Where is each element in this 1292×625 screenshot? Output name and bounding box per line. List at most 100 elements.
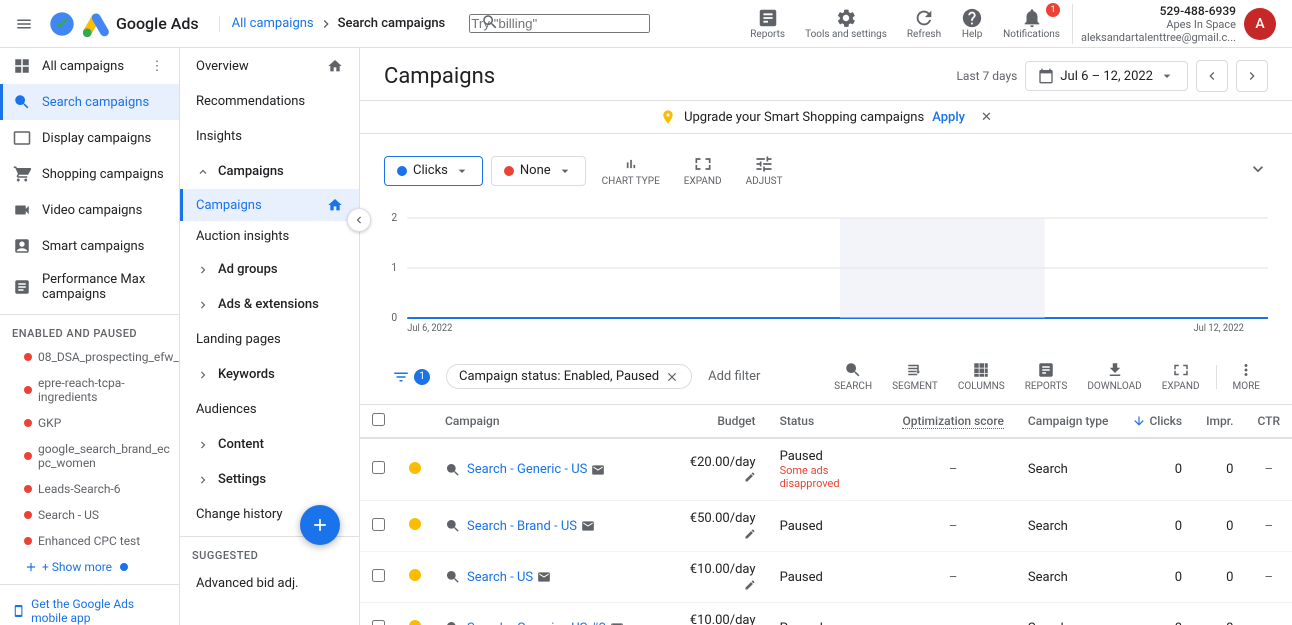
more-label: MORE	[1233, 381, 1260, 392]
notifications-button[interactable]: 1 Notifications	[995, 3, 1068, 44]
sidebar-item-shopping-campaigns[interactable]: Shopping campaigns	[0, 156, 179, 192]
impr-cell: 0	[1194, 603, 1245, 625]
expand-table-button[interactable]: EXPAND	[1154, 357, 1208, 396]
adjust-chart-button[interactable]: ADJUST	[738, 150, 791, 191]
campaign-name[interactable]: Search - US	[467, 570, 533, 585]
edit-icon[interactable]	[744, 579, 756, 591]
sidebar-item-video-campaigns[interactable]: Video campaigns	[0, 192, 179, 228]
hamburger-button[interactable]	[8, 8, 40, 40]
filter-chip[interactable]: Campaign status: Enabled, Paused	[446, 364, 692, 389]
row-checkbox-cell[interactable]	[360, 552, 397, 603]
settings-header[interactable]: Settings	[180, 462, 359, 497]
account-info[interactable]: 529-488-6939 Apes In Space aleksandartal…	[1072, 4, 1284, 44]
campaign-item-4[interactable]: google_search_brand_ec pc_women	[0, 436, 179, 476]
campaign-name[interactable]: Search - Generic - US #2	[467, 621, 606, 625]
sidebar-item-smart-campaigns[interactable]: Smart campaigns	[0, 228, 179, 264]
budget-header[interactable]: Budget	[665, 405, 768, 438]
tools-settings-button[interactable]: Tools and settings	[797, 3, 895, 44]
chart-type-button[interactable]: CHART TYPE	[594, 150, 668, 191]
row-checkbox-cell[interactable]	[360, 603, 397, 625]
mobile-app-link[interactable]: Get the Google Ads mobile app	[0, 589, 179, 625]
status-content: Paused	[780, 570, 879, 585]
ad-groups-header[interactable]: Ad groups	[180, 252, 359, 287]
reports-button[interactable]: Reports	[742, 3, 793, 44]
campaign-item-1[interactable]: 08_DSA_prospecting_efw_tcpa	[0, 344, 179, 370]
sidebar-item-display-campaigns[interactable]: Display campaigns	[0, 120, 179, 156]
row-status-cell	[397, 438, 433, 501]
keywords-header[interactable]: Keywords	[180, 357, 359, 392]
campaigns-group-header[interactable]: Campaigns	[180, 154, 359, 189]
sidebar-item-all-campaigns[interactable]: All campaigns ⋮	[0, 48, 179, 84]
sidebar-item-search-campaigns[interactable]: Search campaigns	[0, 84, 179, 120]
clicks-header[interactable]: Clicks	[1120, 405, 1194, 438]
row-checkbox[interactable]	[372, 518, 385, 531]
avatar[interactable]: A	[1244, 8, 1276, 40]
kebab-icon[interactable]: ⋮	[147, 56, 167, 76]
close-banner-button[interactable]: ✕	[981, 110, 992, 125]
sidebar-item-performance-max[interactable]: Performance Max campaigns	[0, 264, 179, 310]
clicks-cell: 0	[1120, 438, 1194, 501]
show-more-button[interactable]: + Show more	[0, 554, 179, 580]
campaign-item-3[interactable]: GKP	[0, 410, 179, 436]
sec-sidebar-overview[interactable]: Overview	[180, 48, 359, 84]
status-cell: Paused	[768, 603, 891, 625]
row-checkbox[interactable]	[372, 569, 385, 582]
date-next-button[interactable]	[1236, 60, 1268, 92]
sec-sidebar-auction-insights[interactable]: Auction insights	[180, 221, 359, 252]
sec-sidebar-recommendations[interactable]: Recommendations	[180, 84, 359, 119]
add-filter-button[interactable]: Add filter	[700, 365, 768, 388]
date-prev-button[interactable]	[1196, 60, 1228, 92]
more-button[interactable]: MORE	[1225, 357, 1268, 396]
sec-sidebar-audiences[interactable]: Audiences	[180, 392, 359, 427]
download-button[interactable]: DOWNLOAD	[1079, 357, 1149, 396]
sec-sidebar-advanced-bid[interactable]: Advanced bid adj.	[180, 566, 359, 601]
collapse-chart-button[interactable]	[1248, 159, 1268, 183]
sec-sidebar-campaigns[interactable]: Campaigns	[180, 189, 359, 221]
campaigns-group-label: Campaigns	[218, 164, 284, 179]
campaign-type-header[interactable]: Campaign type	[1016, 405, 1121, 438]
help-button[interactable]: Help	[953, 3, 991, 44]
segment-button[interactable]: SEGMENT	[884, 357, 946, 396]
optimization-score-header[interactable]: Optimization score	[890, 405, 1015, 438]
columns-label: COLUMNS	[958, 381, 1005, 392]
impr-cell: 0	[1194, 501, 1245, 552]
columns-button[interactable]: COLUMNS	[950, 357, 1013, 396]
edit-icon[interactable]	[744, 471, 756, 483]
edit-icon[interactable]	[744, 528, 756, 540]
sec-sidebar-insights[interactable]: Insights	[180, 119, 359, 154]
date-range-button[interactable]: Jul 6 – 12, 2022	[1025, 61, 1188, 91]
clicks-filter-button[interactable]: Clicks	[384, 156, 483, 186]
apply-button[interactable]: Apply	[932, 110, 965, 125]
campaign-status-dot	[24, 511, 32, 519]
status-col-header[interactable]: Status	[768, 405, 891, 438]
ads-extensions-header[interactable]: Ads & extensions	[180, 287, 359, 322]
campaign-name[interactable]: Search - Brand - US	[467, 519, 577, 534]
row-checkbox-cell[interactable]	[360, 501, 397, 552]
collapse-sidebar-button[interactable]	[347, 208, 371, 232]
reports-toolbar-button[interactable]: REPORTS	[1017, 357, 1076, 396]
refresh-button[interactable]: Refresh	[899, 3, 949, 44]
video-campaigns-label: Video campaigns	[42, 203, 142, 218]
content-header[interactable]: Content	[180, 427, 359, 462]
breadcrumb-parent[interactable]: All campaigns	[232, 16, 314, 31]
campaign-item-2[interactable]: epre-reach-tcpa-ingredients	[0, 370, 179, 410]
select-all-header[interactable]	[360, 405, 397, 438]
campaign-item-7[interactable]: Enhanced CPC test	[0, 528, 179, 554]
campaign-header[interactable]: Campaign	[433, 405, 665, 438]
ctr-header[interactable]: CTR	[1245, 405, 1292, 438]
budget-cell: €10.00/day	[665, 603, 768, 625]
sec-sidebar-landing-pages[interactable]: Landing pages	[180, 322, 359, 357]
filter-button[interactable]: 1	[384, 364, 438, 390]
row-checkbox-cell[interactable]	[360, 438, 397, 501]
campaign-item-5[interactable]: Leads-Search-6	[0, 476, 179, 502]
expand-chart-button[interactable]: EXPAND	[676, 150, 730, 191]
impr-header[interactable]: Impr.	[1194, 405, 1245, 438]
none-filter-button[interactable]: None	[491, 156, 586, 186]
select-all-checkbox[interactable]	[372, 413, 385, 426]
fab-add-button[interactable]	[300, 505, 340, 545]
search-toolbar-button[interactable]: SEARCH	[826, 357, 880, 396]
row-checkbox[interactable]	[372, 461, 385, 474]
campaign-name[interactable]: Search - Generic - US	[467, 462, 587, 477]
row-checkbox[interactable]	[372, 620, 385, 625]
campaign-item-6[interactable]: Search - US	[0, 502, 179, 528]
